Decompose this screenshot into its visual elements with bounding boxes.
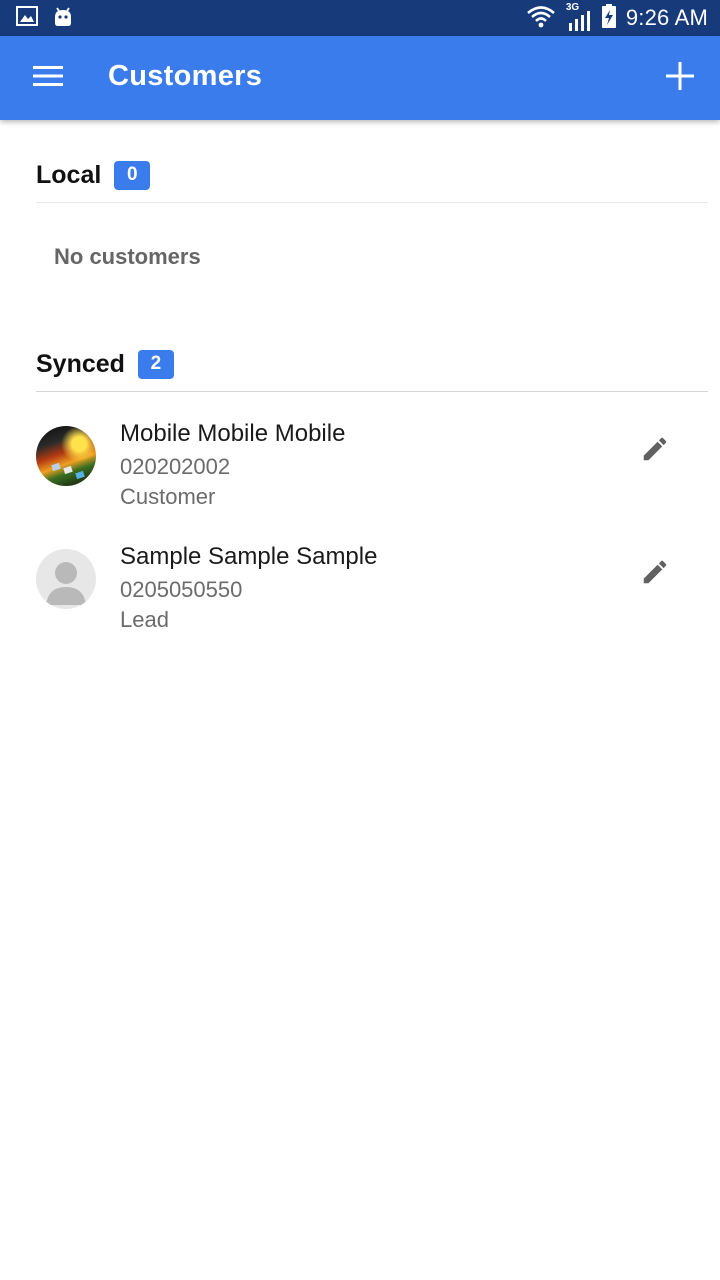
local-count-badge: 0 — [114, 160, 151, 190]
clock-time: 9:26 AM — [625, 5, 708, 30]
avatar — [36, 426, 96, 486]
customer-row[interactable]: Sample Sample Sample 0205050550 Lead — [0, 543, 720, 663]
battery-charging-icon — [601, 3, 616, 33]
signal-icon: 3G — [566, 2, 592, 33]
local-divider — [36, 202, 708, 203]
pencil-icon — [640, 557, 670, 592]
image-icon — [16, 6, 38, 33]
synced-section-header: Synced 2 — [36, 339, 708, 389]
person-placeholder-icon — [46, 562, 86, 605]
edit-customer-button[interactable] — [632, 428, 678, 474]
customer-type: Customer — [120, 484, 216, 509]
avatar — [36, 549, 96, 609]
menu-button[interactable] — [22, 56, 74, 100]
local-section-header: Local 0 — [36, 150, 708, 200]
plus-icon — [666, 61, 694, 95]
pencil-icon — [640, 434, 670, 469]
local-section-title: Local — [36, 160, 102, 189]
android-icon — [52, 6, 74, 33]
synced-divider — [36, 391, 708, 392]
add-customer-button[interactable] — [654, 56, 706, 100]
edit-customer-button[interactable] — [632, 551, 678, 597]
customer-row[interactable]: Mobile Mobile Mobile 020202002 Customer — [0, 420, 720, 540]
synced-count-badge: 2 — [137, 349, 174, 379]
synced-section-title: Synced — [36, 349, 125, 378]
empty-state-text: No customers — [54, 244, 201, 269]
customer-type: Lead — [120, 607, 169, 632]
customer-phone: 0205050550 — [120, 577, 243, 602]
app-bar: Customers — [0, 36, 720, 120]
customer-name: Mobile Mobile Mobile — [120, 420, 346, 447]
customer-phone: 020202002 — [120, 454, 231, 479]
status-bar: 3G 9:26 AM — [0, 0, 720, 36]
customer-name: Sample Sample Sample — [120, 543, 378, 570]
page-title: Customers — [108, 60, 263, 92]
wifi-icon — [526, 4, 556, 33]
hamburger-menu-icon — [33, 65, 63, 92]
